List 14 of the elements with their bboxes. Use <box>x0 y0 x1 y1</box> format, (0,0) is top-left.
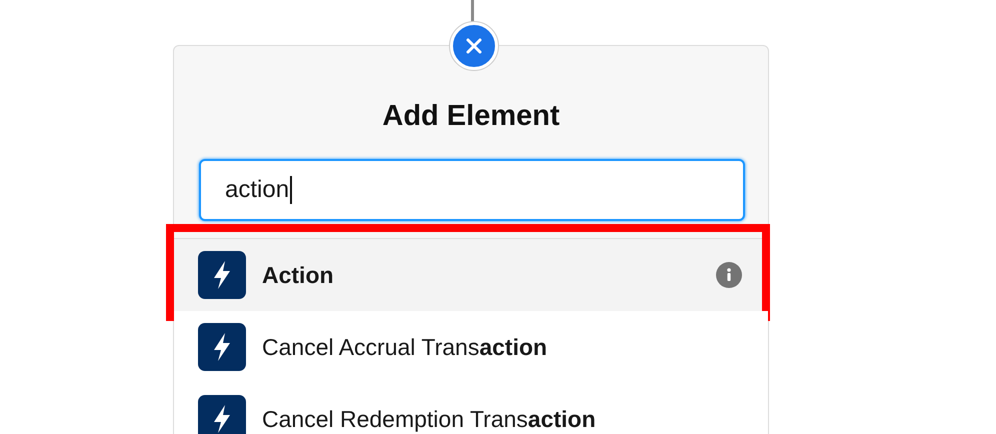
result-label: Cancel Accrual Transaction <box>262 334 548 360</box>
result-label: Cancel Redemption Transaction <box>262 406 596 432</box>
close-icon <box>464 36 484 56</box>
result-label: Action <box>262 262 334 288</box>
search-field[interactable]: action <box>199 159 745 221</box>
search-value: action <box>225 176 290 204</box>
close-button[interactable] <box>450 22 498 70</box>
lightning-icon <box>198 251 246 299</box>
panel-title: Add Element <box>381 99 561 134</box>
lightning-icon <box>198 395 246 434</box>
info-icon[interactable] <box>716 262 742 288</box>
connector-line <box>471 0 474 22</box>
lightning-icon <box>198 323 246 371</box>
text-cursor <box>290 176 292 204</box>
